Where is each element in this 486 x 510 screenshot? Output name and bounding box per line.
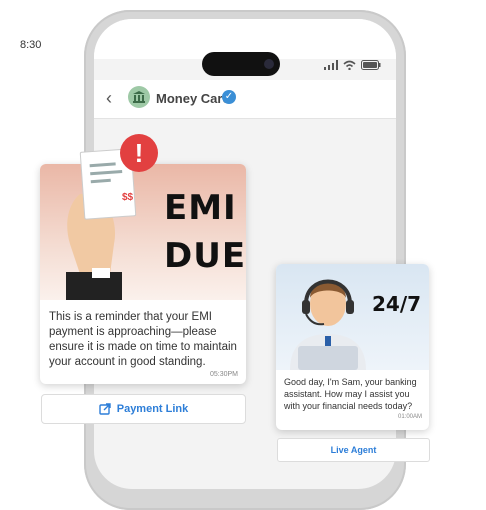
agent-timestamp: 01:00AM: [397, 414, 422, 420]
emi-hero-image: EMI DUE: [40, 164, 246, 300]
status-time: 8:30: [20, 39, 42, 51]
emi-message-card: EMI DUE This is a reminder that your EMI…: [40, 164, 246, 384]
check-badge-icon: ✓: [222, 90, 236, 104]
payment-link-label: Payment Link: [116, 403, 189, 415]
agent-hero-image: 24/7: [276, 264, 429, 370]
agent-message-card: 24/7 Good day, I'm Sam, your banking ass…: [276, 264, 429, 430]
live-agent-button[interactable]: Live Agent: [277, 438, 430, 462]
wifi-icon: [343, 60, 356, 70]
emi-headline-2: DUE: [164, 236, 246, 276]
camera-icon: [264, 59, 274, 69]
emi-message-text: This is a reminder that your EMI payment…: [49, 311, 237, 368]
external-link-icon: [99, 403, 111, 415]
chevron-left-icon[interactable]: ‹: [106, 88, 112, 109]
battery-icon: [361, 60, 381, 70]
support-agent-icon: [290, 279, 366, 370]
availability-badge: 24/7: [372, 292, 422, 316]
bank-logo-icon: [128, 86, 150, 108]
signal-icon: [324, 60, 338, 70]
payment-link-button[interactable]: Payment Link: [41, 394, 246, 424]
emi-timestamp: 05:30PM: [209, 371, 238, 378]
live-agent-label: Live Agent: [330, 445, 377, 455]
agent-message-text: Good day, I'm Sam, your banking assistan…: [284, 377, 417, 411]
emi-headline-1: EMI: [164, 188, 237, 228]
currency-mark: $$: [122, 192, 134, 203]
status-icons: [324, 60, 381, 70]
business-name[interactable]: Money Care: [156, 91, 230, 106]
alert-icon: !: [120, 134, 158, 172]
